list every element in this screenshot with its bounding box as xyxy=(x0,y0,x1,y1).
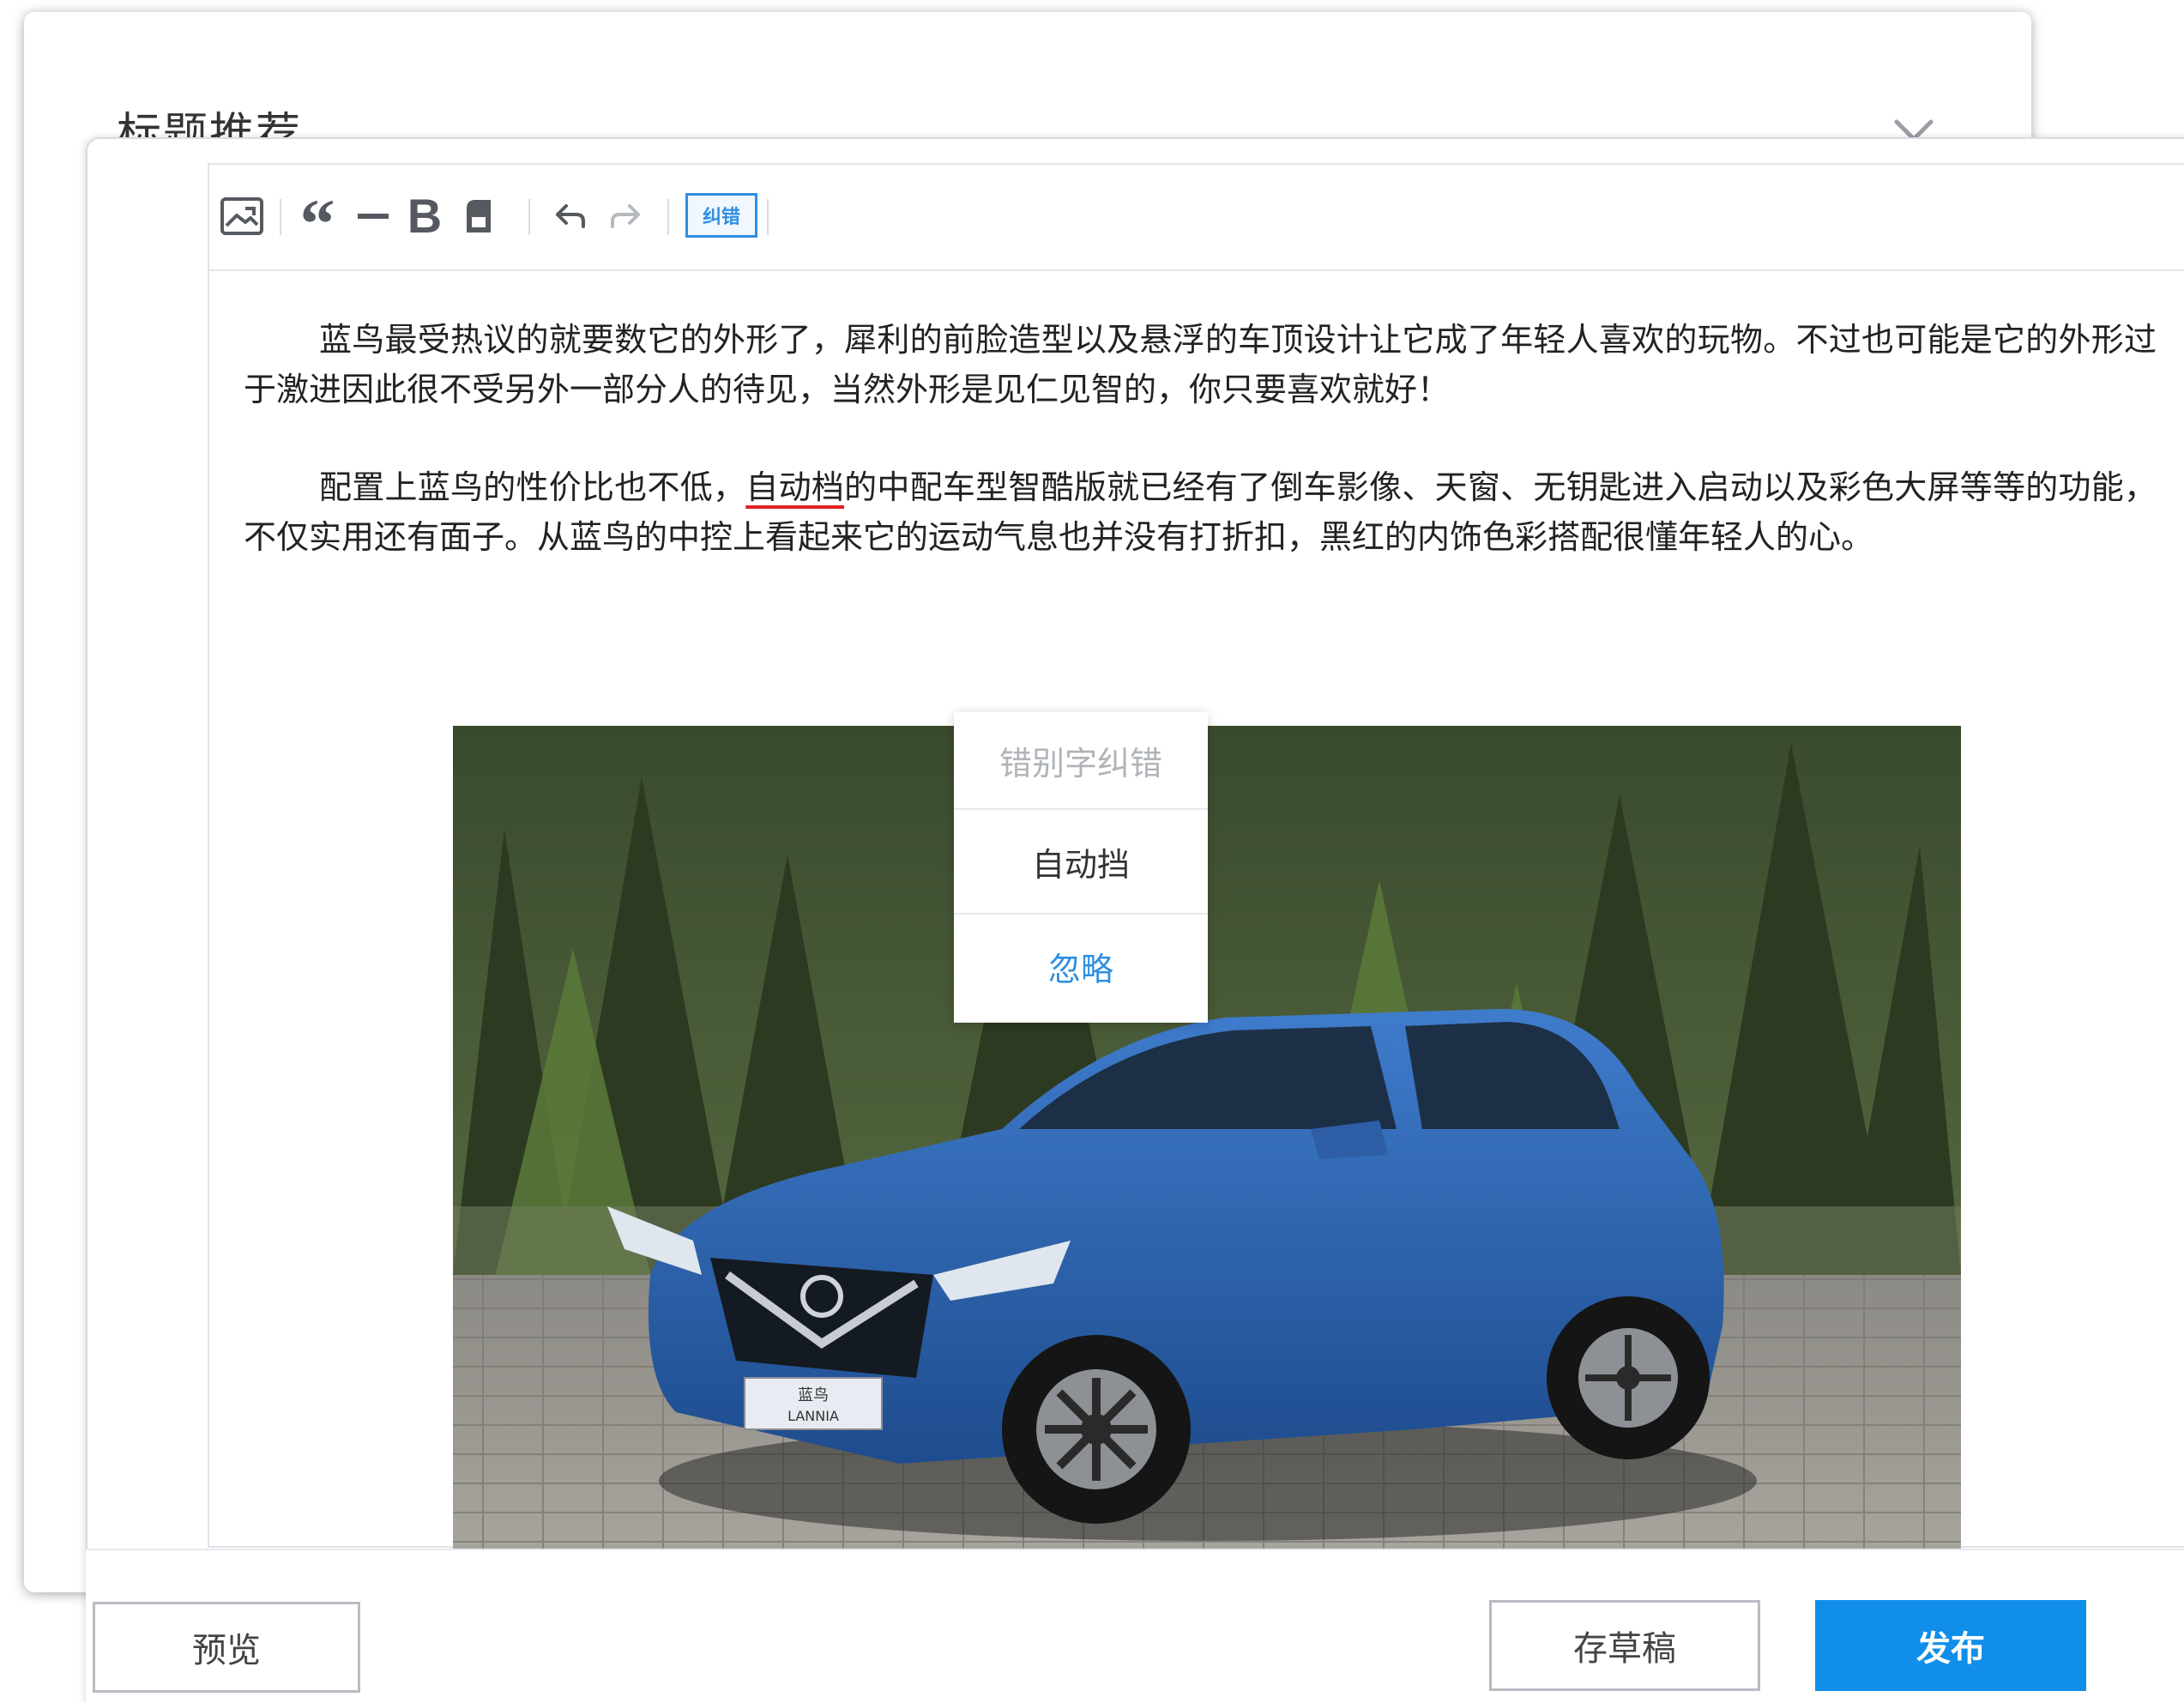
editor-content[interactable]: 蓝鸟最受热议的就要数它的外形了，犀利的前脸造型以及悬浮的车顶设计让它成了年轻人喜… xyxy=(244,315,2157,562)
paragraph-1: 蓝鸟最受热议的就要数它的外形了，犀利的前脸造型以及悬浮的车顶设计让它成了年轻人喜… xyxy=(244,321,2157,408)
save-icon[interactable] xyxy=(460,192,498,240)
typo-correction-popup: 错别字纠错 自动挡 忽略 xyxy=(954,712,1208,1023)
paragraph-2: 配置上蓝鸟的性价比也不低，自动档的中配车型智酷版就已经有了倒车影像、天窗、无钥匙… xyxy=(244,462,2157,562)
typo-word[interactable]: 自动档 xyxy=(745,468,844,506)
popup-title: 错别字纠错 xyxy=(954,712,1208,810)
preview-button[interactable]: 预览 xyxy=(93,1602,360,1693)
plate-text-2: LANNIA xyxy=(787,1408,839,1424)
editor-frame: “ B 纠错 蓝鸟最受热议的就要数它的外形了，犀利的前脸造型以及悬浮的车顶设计让… xyxy=(208,163,2184,1673)
plate-text-1: 蓝鸟 xyxy=(798,1386,829,1404)
divider-icon[interactable] xyxy=(353,192,393,240)
save-draft-button[interactable]: 存草稿 xyxy=(1489,1600,1760,1691)
correct-button[interactable]: 纠错 xyxy=(685,193,757,238)
bold-icon[interactable]: B xyxy=(403,192,446,240)
editor-panel: “ B 纠错 蓝鸟最受热议的就要数它的外形了，犀利的前脸造型以及悬浮的车顶设计让… xyxy=(86,137,2184,1703)
ignore-option[interactable]: 忽略 xyxy=(954,915,1208,1018)
bold-glyph: B xyxy=(407,189,443,243)
image-icon[interactable] xyxy=(218,192,266,240)
paragraph-2-before: 配置上蓝鸟的性价比也不低， xyxy=(319,468,746,506)
suggestion-option[interactable]: 自动挡 xyxy=(954,810,1208,915)
quote-icon[interactable]: “ xyxy=(293,189,341,259)
redo-icon[interactable] xyxy=(606,192,647,240)
undo-icon[interactable] xyxy=(549,192,590,240)
publish-button[interactable]: 发布 xyxy=(1815,1600,2086,1691)
editor-toolbar: “ B 纠错 xyxy=(209,165,2184,271)
quote-glyph: “ xyxy=(299,184,335,263)
footer-bar: 预览 存草稿 发布 xyxy=(86,1549,2184,1703)
